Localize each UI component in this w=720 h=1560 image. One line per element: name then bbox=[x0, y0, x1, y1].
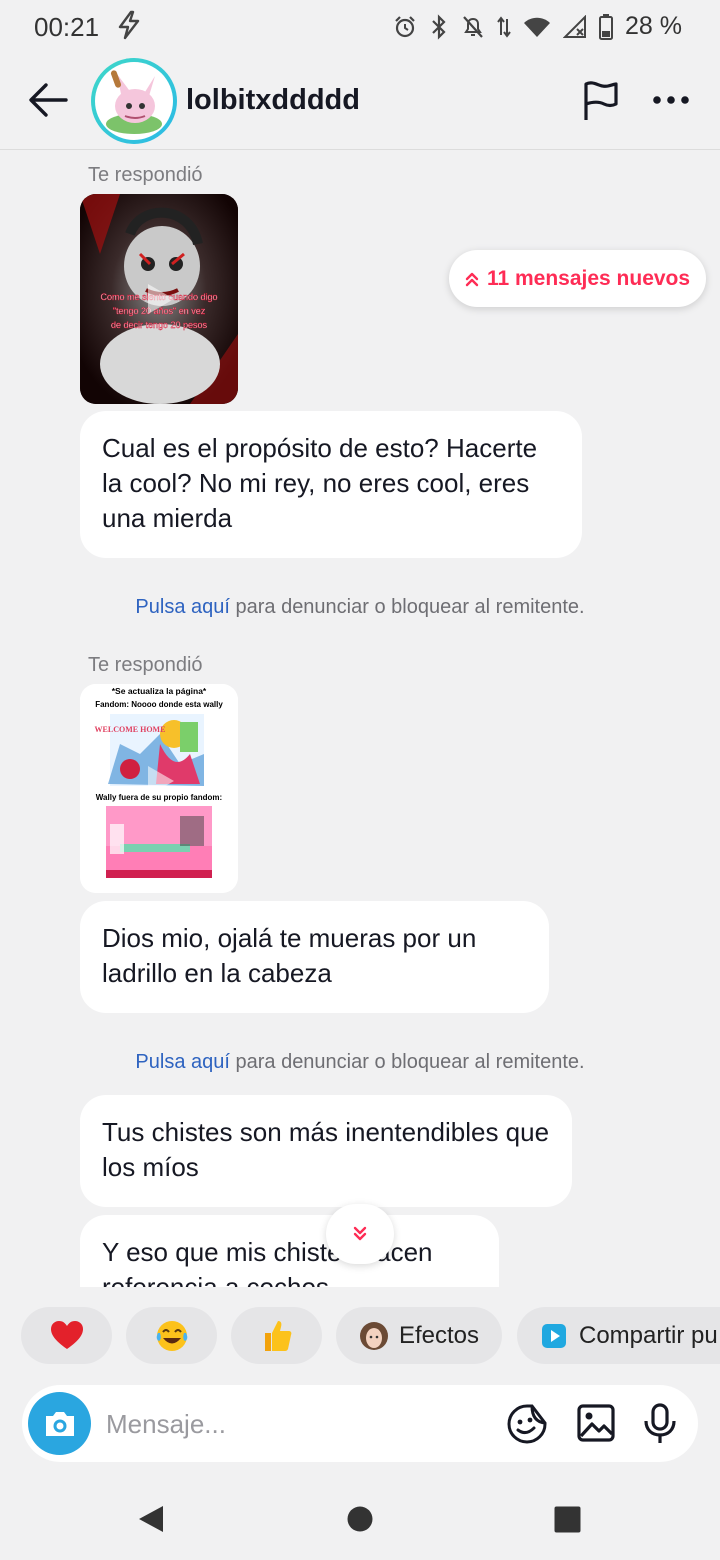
back-arrow-icon[interactable] bbox=[28, 82, 68, 118]
svg-text:WELCOME HOME: WELCOME HOME bbox=[95, 725, 166, 734]
camera-icon bbox=[45, 1411, 74, 1436]
heart-icon bbox=[50, 1320, 83, 1349]
heart-reaction-button[interactable] bbox=[21, 1307, 112, 1364]
message-bubble[interactable]: Dios mio, ojalá te mueras por un ladrill… bbox=[80, 901, 549, 1013]
new-messages-label: 11 mensajes nuevos bbox=[486, 266, 691, 290]
camera-button[interactable] bbox=[28, 1392, 91, 1455]
message-bubble[interactable]: Cual es el propósito de esto? Hacerte la… bbox=[80, 411, 582, 558]
video-thumbnail[interactable]: *Se actualiza la página* Fandom: Noooo d… bbox=[80, 684, 238, 893]
chat-header: lolbitxddddd bbox=[0, 56, 720, 150]
report-notice: Pulsa aquí para denunciar o bloquear al … bbox=[0, 1051, 720, 1074]
bluetooth-icon bbox=[432, 13, 446, 40]
avatar[interactable] bbox=[91, 58, 177, 144]
signal-icon bbox=[563, 14, 587, 38]
report-link[interactable]: Pulsa aquí bbox=[135, 1051, 230, 1073]
tears-of-joy-icon bbox=[156, 1320, 187, 1351]
scroll-to-bottom-button[interactable] bbox=[326, 1204, 394, 1264]
flag-icon[interactable] bbox=[582, 80, 620, 122]
battery-level: 28 % bbox=[625, 12, 682, 40]
share-label: Compartir pu bbox=[579, 1321, 718, 1349]
message-bubble[interactable]: Tus chistes son más inentendibles que lo… bbox=[80, 1095, 572, 1207]
data-arrows-icon bbox=[497, 15, 511, 38]
battery-icon bbox=[599, 13, 614, 40]
status-time: 00:21 bbox=[34, 12, 100, 42]
double-chevron-up-icon bbox=[465, 272, 479, 286]
effects-avatar-icon bbox=[359, 1321, 388, 1350]
quick-reactions-bar: Efectos Compartir pu bbox=[0, 1307, 720, 1365]
avatar-image bbox=[106, 70, 162, 134]
mute-icon bbox=[463, 15, 483, 38]
share-video-icon bbox=[542, 1323, 566, 1348]
video-thumbnail[interactable]: Como me siento cuando digo "tengo 20 año… bbox=[80, 194, 238, 404]
nav-home-icon[interactable] bbox=[347, 1506, 373, 1532]
effects-label: Efectos bbox=[398, 1321, 480, 1349]
svg-text:Wally fuera de su propio fando: Wally fuera de su propio fandom: bbox=[96, 793, 222, 802]
video-thumbnail-image: *Se actualiza la página* Fandom: Noooo d… bbox=[80, 684, 238, 893]
image-gallery-icon[interactable] bbox=[576, 1403, 616, 1443]
effects-button[interactable]: Efectos bbox=[336, 1307, 502, 1364]
report-notice: Pulsa aquí para denunciar o bloquear al … bbox=[0, 596, 720, 619]
thumbs-up-reaction-button[interactable] bbox=[231, 1307, 322, 1364]
microphone-icon[interactable] bbox=[642, 1403, 678, 1445]
replied-label: Te respondió bbox=[88, 164, 203, 186]
message-composer bbox=[22, 1385, 698, 1462]
report-text: para denunciar o bloquear al remitente. bbox=[229, 596, 585, 618]
system-navigation-bar bbox=[0, 1480, 720, 1560]
flash-icon bbox=[118, 10, 140, 40]
chat-thread[interactable]: Te respondió Como me siento cuando digo … bbox=[0, 150, 720, 1287]
svg-text:de decir tengo 20 pesos: de decir tengo 20 pesos bbox=[111, 320, 208, 330]
alarm-icon bbox=[395, 15, 415, 37]
wifi-icon bbox=[524, 17, 551, 37]
thumbs-up-icon bbox=[264, 1320, 291, 1351]
nav-recents-icon[interactable] bbox=[554, 1506, 581, 1533]
share-button[interactable]: Compartir pu bbox=[517, 1307, 720, 1364]
video-thumbnail-image: Como me siento cuando digo "tengo 20 año… bbox=[80, 194, 238, 404]
more-options-icon[interactable] bbox=[652, 94, 690, 106]
nav-back-icon[interactable] bbox=[137, 1504, 165, 1534]
new-messages-button[interactable]: 11 mensajes nuevos bbox=[449, 250, 706, 307]
svg-text:Fandom: Noooo donde esta wally: Fandom: Noooo donde esta wally bbox=[95, 700, 223, 709]
message-bubble[interactable]: Y eso que mis chistes hacen referencia a… bbox=[80, 1215, 499, 1287]
message-input[interactable] bbox=[106, 1407, 486, 1441]
replied-label: Te respondió bbox=[88, 654, 203, 676]
sticker-icon[interactable] bbox=[506, 1403, 548, 1445]
laugh-reaction-button[interactable] bbox=[126, 1307, 217, 1364]
double-chevron-down-icon bbox=[353, 1226, 367, 1241]
report-text: para denunciar o bloquear al remitente. bbox=[229, 1051, 585, 1073]
chat-username[interactable]: lolbitxddddd bbox=[186, 84, 360, 117]
report-link[interactable]: Pulsa aquí bbox=[135, 596, 230, 618]
svg-text:*Se actualiza la página*: *Se actualiza la página* bbox=[112, 686, 207, 696]
status-bar: 00:21 28 % bbox=[0, 0, 720, 56]
